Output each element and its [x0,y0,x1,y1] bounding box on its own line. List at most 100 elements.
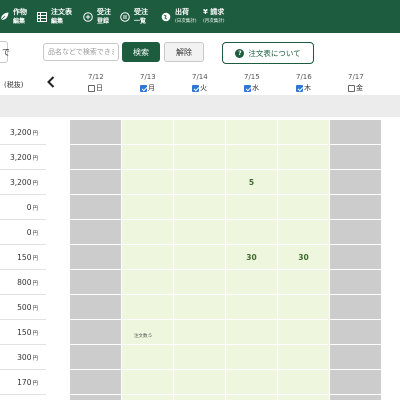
yen-unit: 円 [32,331,38,337]
day-checkbox[interactable] [192,84,199,92]
order-cell[interactable] [278,270,330,295]
day-checkbox[interactable] [140,84,147,92]
order-cell[interactable] [122,120,174,145]
nav-item-crop-edit[interactable]: 作物 編集 [0,0,27,33]
closed-day-cell [70,220,122,245]
order-cell[interactable] [122,270,174,295]
order-cell[interactable] [174,120,226,145]
date-column-header: 7/13 月 [122,73,174,95]
day-toggle[interactable]: 金 [348,83,363,93]
order-cell[interactable] [174,395,226,400]
order-cell[interactable] [278,320,330,345]
nav-label: 注文表 [51,7,72,16]
row-divider [0,319,46,320]
day-checkbox[interactable] [244,84,251,92]
order-cell[interactable] [226,345,278,370]
closed-day-cell [330,270,382,295]
nav-item-billing[interactable]: ¥ 請求 (月次集計) [203,0,225,33]
nav-item-order-sheet-edit[interactable]: 注文表 編集 [36,0,72,33]
unit-price-value: 0 [26,228,32,237]
order-cell[interactable] [226,145,278,170]
nav-label: 出荷 [175,7,189,16]
closed-day-cell [70,320,122,345]
order-cell[interactable] [174,345,226,370]
order-cell[interactable] [226,120,278,145]
day-toggle[interactable]: 木 [296,83,311,93]
closed-day-cell [70,395,122,400]
clear-button[interactable]: 解除 [164,42,204,62]
nav-item-shipping[interactable]: 出荷 (日次集計) [160,0,197,33]
row-divider [0,219,46,220]
order-cell[interactable] [226,295,278,320]
order-cell[interactable] [174,220,226,245]
order-cell[interactable] [174,370,226,395]
day-toggle[interactable]: 月 [140,83,155,93]
order-cell[interactable] [122,170,174,195]
order-cell[interactable] [226,195,278,220]
search-button[interactable]: 検索 [122,42,160,62]
order-cell[interactable]: 30 [226,245,278,270]
nav-label: 作物 [13,7,27,16]
order-cell[interactable] [278,345,330,370]
row-divider [0,144,46,145]
unit-price: 3,200円 [0,153,38,162]
nav-item-order-list[interactable]: 受注 一覧 [119,0,148,33]
order-cell[interactable] [226,370,278,395]
day-toggle[interactable]: 水 [244,83,259,93]
order-cell[interactable] [278,120,330,145]
order-cell[interactable] [278,395,330,400]
order-cell[interactable] [122,145,174,170]
order-cell[interactable] [174,295,226,320]
order-cell[interactable] [174,195,226,220]
order-cell[interactable] [278,370,330,395]
prev-week-button[interactable] [44,74,58,92]
order-cell[interactable] [122,195,174,220]
order-cell[interactable] [174,170,226,195]
order-cell[interactable] [174,270,226,295]
closed-day-cell [70,145,122,170]
search-input[interactable] [43,43,119,61]
order-cell[interactable] [174,145,226,170]
toolbar-left-button[interactable]: で [0,41,10,63]
order-cell[interactable] [122,220,174,245]
unit-price-value: 170 [17,378,32,387]
closed-day-cell [330,170,382,195]
weekday-label: 木 [304,84,311,92]
order-cell[interactable]: 30 [278,245,330,270]
order-cell[interactable] [122,370,174,395]
day-checkbox[interactable] [88,84,95,92]
order-cell[interactable] [226,320,278,345]
order-cell[interactable] [122,395,174,400]
grid-icon [36,11,48,23]
order-cell[interactable] [226,270,278,295]
order-cell[interactable] [278,220,330,245]
order-cell[interactable]: 5 [226,170,278,195]
order-cell[interactable] [278,195,330,220]
nav-item-order-register[interactable]: 受注 登録 [82,0,111,33]
nav-label: 受注 [97,7,111,16]
unit-price-value: 0 [26,203,32,212]
closed-day-cell [330,295,382,320]
unit-price-value: 3,200 [10,153,32,162]
order-cell[interactable] [174,320,226,345]
order-cell[interactable] [278,295,330,320]
closed-day-cell [70,195,122,220]
order-cell[interactable] [122,345,174,370]
nav-label: ¥ 請求 [203,7,225,16]
order-cell[interactable] [226,220,278,245]
order-cell[interactable] [122,295,174,320]
date-label: 7/12 [88,73,104,81]
row-divider [0,244,46,245]
day-checkbox[interactable] [348,84,355,92]
order-cell[interactable]: 注文数:5 [122,320,174,345]
order-cell[interactable] [278,170,330,195]
date-label: 7/14 [192,73,208,81]
order-cell[interactable] [122,245,174,270]
day-toggle[interactable]: 火 [192,83,207,93]
order-cell[interactable] [174,245,226,270]
order-cell[interactable] [226,395,278,400]
day-checkbox[interactable] [296,84,303,92]
about-order-sheet-button[interactable]: ? 注文表について [222,42,314,64]
day-toggle[interactable]: 日 [88,83,103,93]
order-cell[interactable] [278,145,330,170]
